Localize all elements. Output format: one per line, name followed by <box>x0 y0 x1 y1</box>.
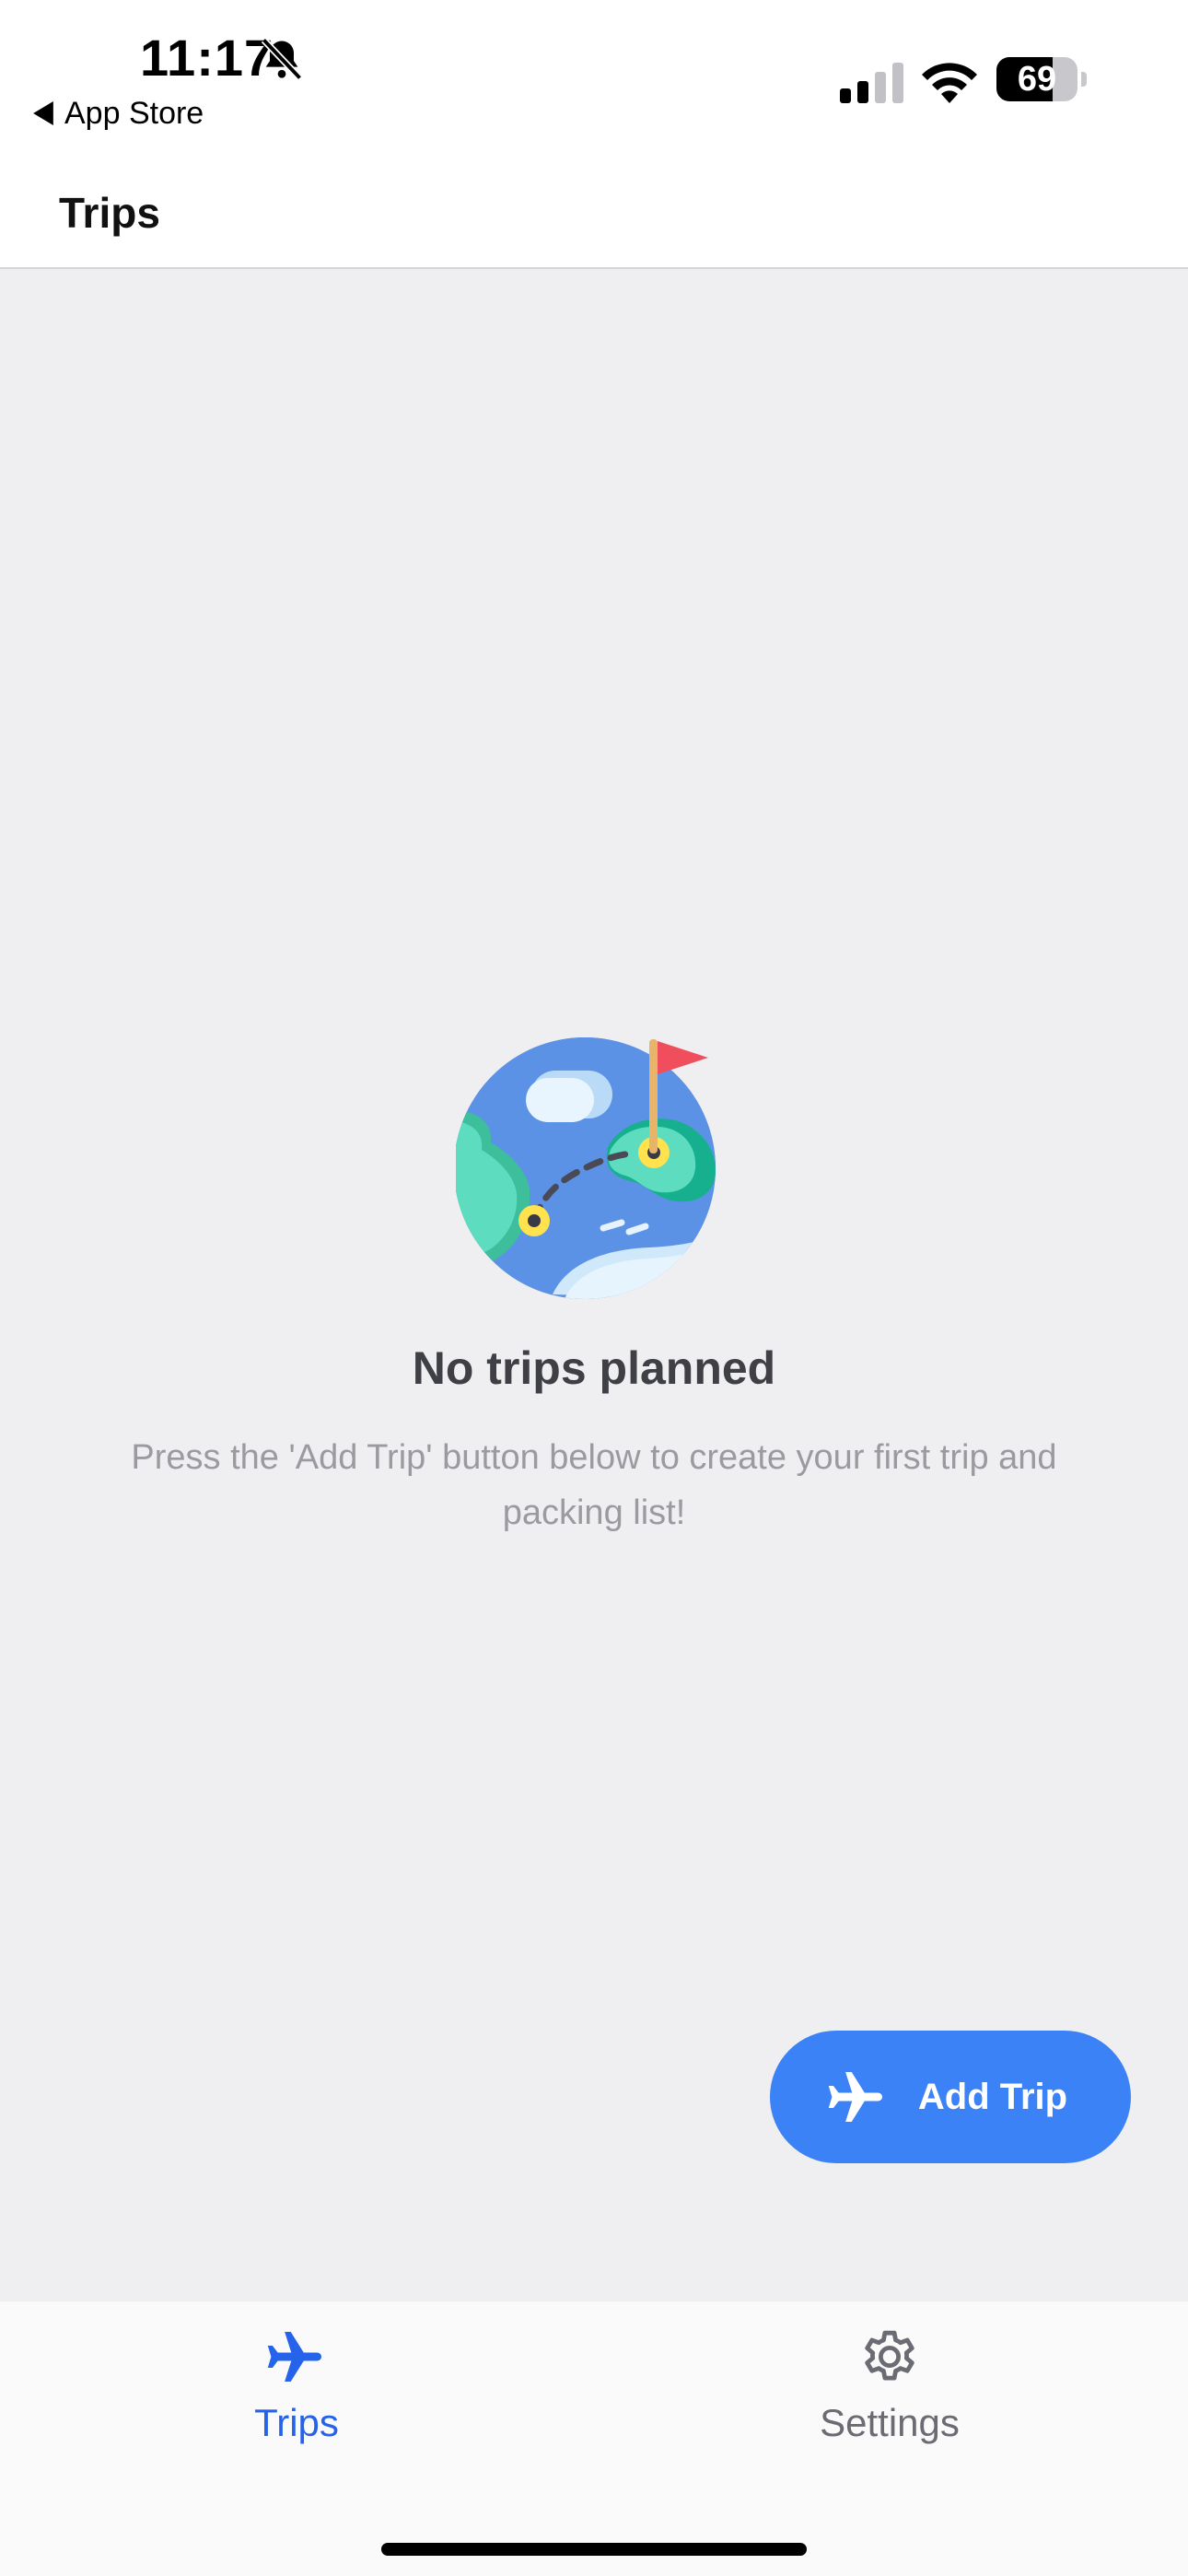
battery-body: 69 <box>996 57 1077 101</box>
plane-icon <box>828 2072 882 2122</box>
tab-bar: Trips Settings <box>0 2301 1188 2576</box>
tab-settings[interactable]: Settings <box>751 2324 1028 2445</box>
status-bar: 11:17 App Store 69 <box>0 0 1188 147</box>
globe-with-flag-icon <box>456 1037 716 1299</box>
cellular-signal-icon <box>840 63 903 103</box>
add-trip-button[interactable]: Add Trip <box>770 2031 1131 2163</box>
home-indicator <box>381 2543 807 2556</box>
gear-icon <box>865 2330 914 2381</box>
back-arrow-icon <box>33 101 53 125</box>
nav-header: Trips <box>0 147 1188 269</box>
back-to-app-store-link[interactable]: App Store <box>33 92 204 135</box>
tab-trips[interactable]: Trips <box>158 2324 435 2445</box>
page-title: Trips <box>59 189 160 237</box>
empty-state-title: No trips planned <box>412 1342 776 1394</box>
add-trip-label: Add Trip <box>917 2076 1068 2117</box>
bell-slash-icon <box>261 37 303 81</box>
status-time: 11:17 <box>140 29 274 87</box>
back-link-label: App Store <box>64 95 204 131</box>
plane-icon <box>267 2332 321 2382</box>
wifi-icon <box>922 63 977 103</box>
tab-settings-label: Settings <box>820 2401 960 2444</box>
empty-state-description: Press the 'Add Trip' button below to cre… <box>131 1438 1057 1532</box>
battery-cap <box>1081 72 1087 87</box>
battery-indicator: 69 <box>996 57 1087 101</box>
battery-percent: 69 <box>1017 60 1057 99</box>
empty-state: No trips planned Press the 'Add Trip' bu… <box>0 1023 1188 1540</box>
tab-trips-label: Trips <box>254 2401 339 2444</box>
